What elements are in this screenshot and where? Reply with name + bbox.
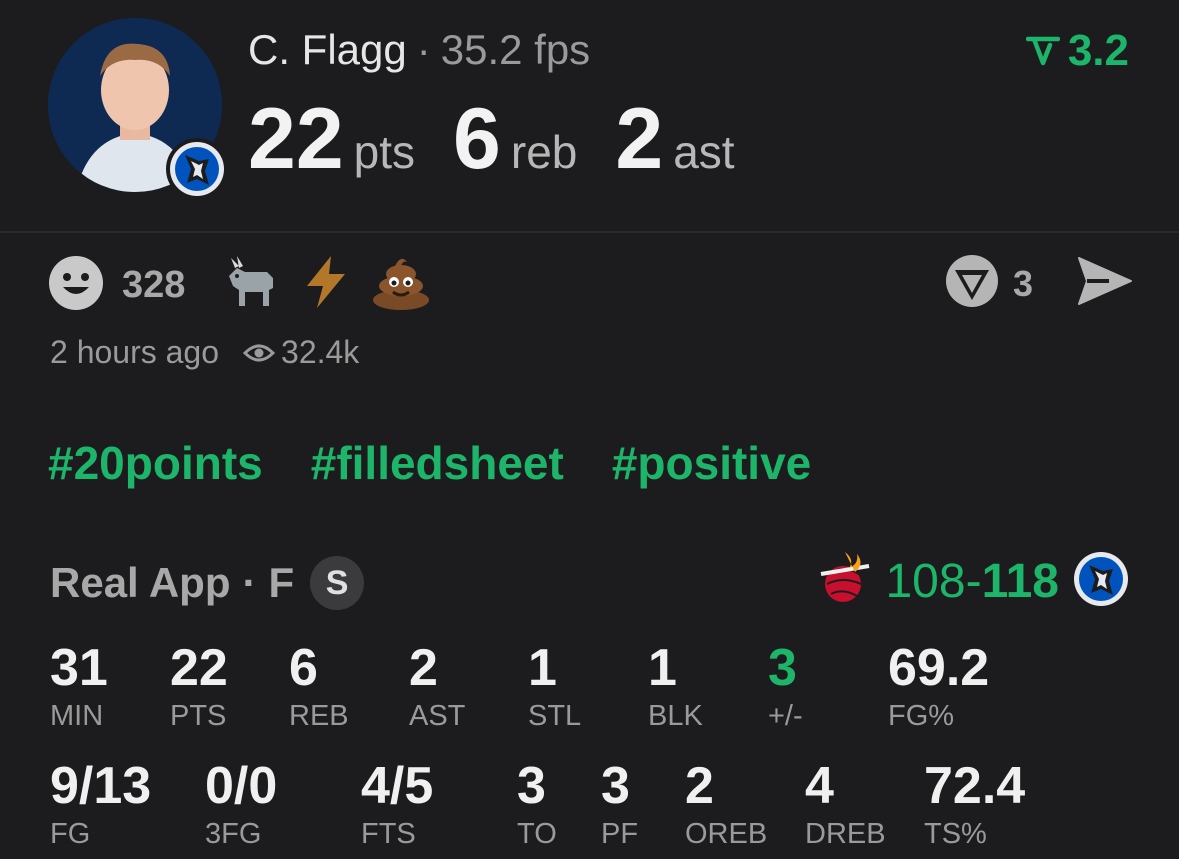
rating-badge[interactable]: 3.2 — [1025, 26, 1129, 76]
stat-oreb: 2 OREB — [685, 760, 767, 851]
stat-value: 9/13 — [50, 757, 152, 815]
stat-stl: 1 STL — [528, 642, 581, 733]
lightning-emoji-icon[interactable] — [299, 254, 353, 317]
stat-label: TO — [517, 818, 557, 850]
stat-label: OREB — [685, 818, 768, 850]
team-logo-icon — [166, 138, 228, 200]
stat-pts: 22 PTS — [170, 642, 228, 733]
divider — [0, 231, 1179, 233]
ast-value: 2 — [615, 91, 664, 187]
stat-value: 3 — [517, 757, 546, 815]
rating-value: 3.2 — [1067, 26, 1129, 75]
stat-label: 3FG — [205, 818, 262, 850]
comment-count: 3 — [1012, 262, 1033, 304]
eye-icon — [243, 344, 276, 361]
ast-unit: ast — [673, 126, 735, 178]
player-header: C. Flagg · 35.2 fps — [248, 26, 590, 74]
hashtag-list: #20points #filledsheet #positive — [48, 436, 811, 490]
player-name[interactable]: C. Flagg — [248, 26, 407, 73]
stat-label: BLK — [648, 700, 703, 732]
stat-label: PTS — [170, 700, 227, 732]
stat-ast: 2 AST — [409, 642, 465, 733]
post-actions: 3 — [945, 254, 1133, 313]
mavericks-logo-icon — [1073, 551, 1129, 612]
stat-reb: 6 REB — [289, 642, 349, 733]
reaction-bar: 328 — [48, 254, 431, 317]
stat-value: 1 — [648, 639, 677, 697]
stat-value: 22 — [170, 639, 228, 697]
post-time: 2 hours ago — [50, 334, 220, 370]
game-source: Real App · F S — [50, 556, 365, 610]
stat-dreb: 4 DREB — [805, 760, 886, 851]
stat-fts: 4/5 FTS — [361, 760, 433, 851]
pts-value: 22 — [248, 91, 344, 187]
rating-arrow-icon — [1025, 36, 1060, 66]
stat-pf: 3 PF — [601, 760, 638, 851]
reb-unit: reb — [510, 126, 578, 178]
stat-plus-minus: 3 +/- — [768, 642, 803, 733]
stat-label: TS% — [924, 818, 987, 850]
hashtag[interactable]: #20points — [48, 436, 263, 490]
pts-unit: pts — [353, 126, 416, 178]
goat-emoji-icon[interactable] — [223, 254, 281, 317]
stat-value: 4 — [805, 757, 834, 815]
stat-value: 31 — [50, 639, 108, 697]
stat-label: DREB — [805, 818, 886, 850]
view-count-value: 32.4k — [281, 334, 360, 370]
stat-fg: 9/13 FG — [50, 760, 151, 851]
stat-label: REB — [289, 700, 349, 732]
stat-fg-pct: 69.2 FG% — [888, 642, 989, 733]
stat-3fg: 0/0 3FG — [205, 760, 277, 851]
smiley-reaction-icon[interactable] — [48, 255, 104, 316]
stat-value: 2 — [685, 757, 714, 815]
stat-value: 3 — [601, 757, 630, 815]
away-score: 108 — [885, 555, 966, 608]
game-score[interactable]: 108-118 — [819, 550, 1129, 613]
stat-label: FG — [50, 818, 91, 850]
stat-value: 69.2 — [888, 639, 990, 697]
comment-icon[interactable] — [945, 254, 999, 313]
stat-value: 6 — [289, 639, 318, 697]
stat-label: AST — [409, 700, 466, 732]
view-count: 32.4k — [243, 334, 359, 371]
stat-blk: 1 BLK — [648, 642, 703, 733]
stat-value: 4/5 — [361, 757, 434, 815]
final-score: 108-118 — [885, 554, 1059, 609]
stat-value: 72.4 — [924, 757, 1026, 815]
player-position: F — [268, 559, 295, 606]
stat-label: +/- — [768, 700, 803, 732]
hashtag[interactable]: #filledsheet — [311, 436, 564, 490]
stat-min: 31 MIN — [50, 642, 108, 733]
stat-label: MIN — [50, 700, 104, 732]
separator-dot: · — [416, 26, 431, 73]
stat-label: STL — [528, 700, 582, 732]
post-meta: 2 hours ago 32.4k — [50, 334, 359, 371]
stat-label: FG% — [888, 700, 955, 732]
stat-value: 3 — [768, 639, 797, 697]
separator-dot: · — [242, 559, 257, 606]
poop-emoji-icon[interactable] — [371, 254, 431, 317]
stat-label: FTS — [361, 818, 416, 850]
score-dash: - — [965, 555, 982, 608]
source-name: Real App — [50, 559, 231, 606]
reaction-count[interactable]: 328 — [122, 264, 185, 307]
player-fps: 35.2 fps — [440, 26, 591, 73]
home-score: 118 — [981, 555, 1059, 608]
starter-badge: S — [310, 556, 365, 610]
reb-value: 6 — [453, 91, 501, 187]
stat-to: 3 TO — [517, 760, 557, 851]
stat-value: 1 — [528, 639, 557, 697]
player-statline: 22 pts 6 reb 2 ast — [248, 90, 773, 189]
heat-logo-icon — [819, 550, 871, 613]
stat-value: 2 — [409, 639, 438, 697]
share-icon[interactable] — [1077, 256, 1133, 311]
stat-ts-pct: 72.4 TS% — [924, 760, 1025, 851]
stat-value: 0/0 — [205, 757, 278, 815]
hashtag[interactable]: #positive — [612, 436, 811, 490]
stat-label: PF — [601, 818, 639, 850]
